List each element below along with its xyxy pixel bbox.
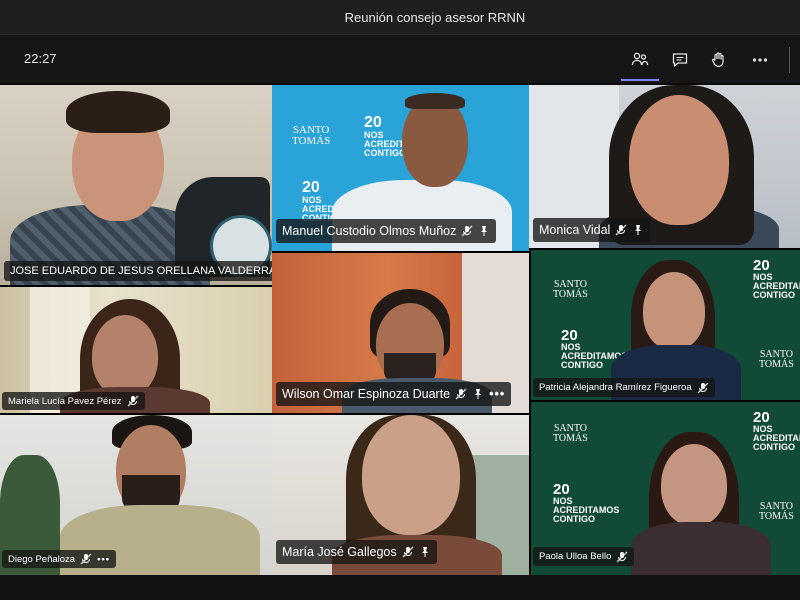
meeting-timer: 22:27 <box>24 51 57 66</box>
mic-muted-icon <box>402 546 414 558</box>
participant-more-button[interactable]: ••• <box>489 387 505 401</box>
participant-name-tag: María José Gallegos <box>276 540 437 564</box>
pin-icon <box>475 389 482 399</box>
bottom-bar <box>0 575 800 600</box>
mic-muted-icon <box>127 395 138 407</box>
participant-name-tag: Manuel Custodio Olmos Muñoz <box>276 219 497 243</box>
backdrop-badge: 20 NOSACREDITAMOSCONTIGO <box>753 257 800 300</box>
mic-muted-icon <box>616 551 628 562</box>
raise-hand-button[interactable] <box>706 47 732 73</box>
window-title-bar: Reunión consejo asesor RRNN <box>0 0 800 35</box>
mic-muted-icon <box>80 553 92 565</box>
raise-hand-icon <box>711 52 724 68</box>
video-tile[interactable]: JOSE EDUARDO DE JESUS ORELLANA VALDERRA.… <box>0 85 272 285</box>
participant-name: María José Gallegos <box>282 545 397 559</box>
participant-name: Paola Ulloa Bello <box>539 551 612 562</box>
backdrop-logo: SANTO TOMÁS <box>759 349 794 370</box>
participants-icon <box>631 52 649 66</box>
more-options-icon <box>752 58 768 62</box>
meeting-toolbar: 22:27 <box>0 35 800 83</box>
mic-muted-icon <box>455 388 467 400</box>
backdrop-logo: SANTO TOMÁS <box>292 124 331 147</box>
backdrop-badge: 20 NOSACREDITAMOSCONTIGO <box>553 481 620 524</box>
video-tile[interactable]: SANTO TOMÁS 20 NOS ACREDITAMOS CONTIGO 20 N… <box>272 85 529 251</box>
mic-muted-icon <box>697 382 709 393</box>
participant-name: Monica Vidal <box>539 223 611 237</box>
participant-name: JOSE EDUARDO DE JESUS ORELLANA VALDERRA.… <box>10 265 272 277</box>
participant-name: Diego Peñaloza <box>8 553 76 565</box>
participant-name-tag: Mariela Lucía Pavez Pérez <box>2 392 145 410</box>
more-options-button[interactable] <box>747 47 773 73</box>
participant-name-tag: Monica Vidal <box>533 218 651 242</box>
participant-name-tag: JOSE EDUARDO DE JESUS ORELLANA VALDERRA.… <box>4 261 272 281</box>
mic-muted-icon <box>461 225 473 237</box>
toolbar-divider <box>789 47 790 73</box>
backdrop-logo: SANTO TOMÁS <box>759 501 794 522</box>
participant-name-tag: Diego Peñaloza ••• <box>2 550 117 568</box>
chat-icon <box>672 53 688 67</box>
participant-name-tag: Wilson Omar Espinoza Duarte ••• <box>276 382 512 406</box>
backdrop-badge: 20 NOSACREDITAMOSCONTIGO <box>753 409 800 452</box>
backdrop-logo: SANTO TOMÁS <box>553 279 588 300</box>
pin-icon <box>421 547 428 557</box>
participant-name-tag: Paola Ulloa Bello <box>533 547 635 566</box>
participant-name: Mariela Lucía Pavez Pérez <box>8 395 122 407</box>
participant-name: Manuel Custodio Olmos Muñoz <box>282 224 457 238</box>
mic-muted-icon <box>615 224 627 236</box>
chat-button[interactable] <box>667 47 693 73</box>
participants-button[interactable] <box>621 47 659 81</box>
participant-name: Wilson Omar Espinoza Duarte <box>282 387 451 401</box>
video-tile[interactable]: Mariela Lucía Pavez Pérez <box>0 287 272 413</box>
video-gallery: JOSE EDUARDO DE JESUS ORELLANA VALDERRA.… <box>0 85 800 575</box>
backdrop-logo: SANTO TOMÁS <box>553 423 588 444</box>
participant-name-tag: Patricia Alejandra Ramírez Figueroa <box>533 378 715 397</box>
participant-name: Patricia Alejandra Ramírez Figueroa <box>539 382 692 393</box>
video-tile[interactable]: Monica Vidal <box>529 85 800 248</box>
meeting-title: Reunión consejo asesor RRNN <box>344 9 526 25</box>
participant-more-button[interactable]: ••• <box>97 554 110 565</box>
pin-icon <box>481 226 488 236</box>
pin-icon <box>635 225 642 235</box>
